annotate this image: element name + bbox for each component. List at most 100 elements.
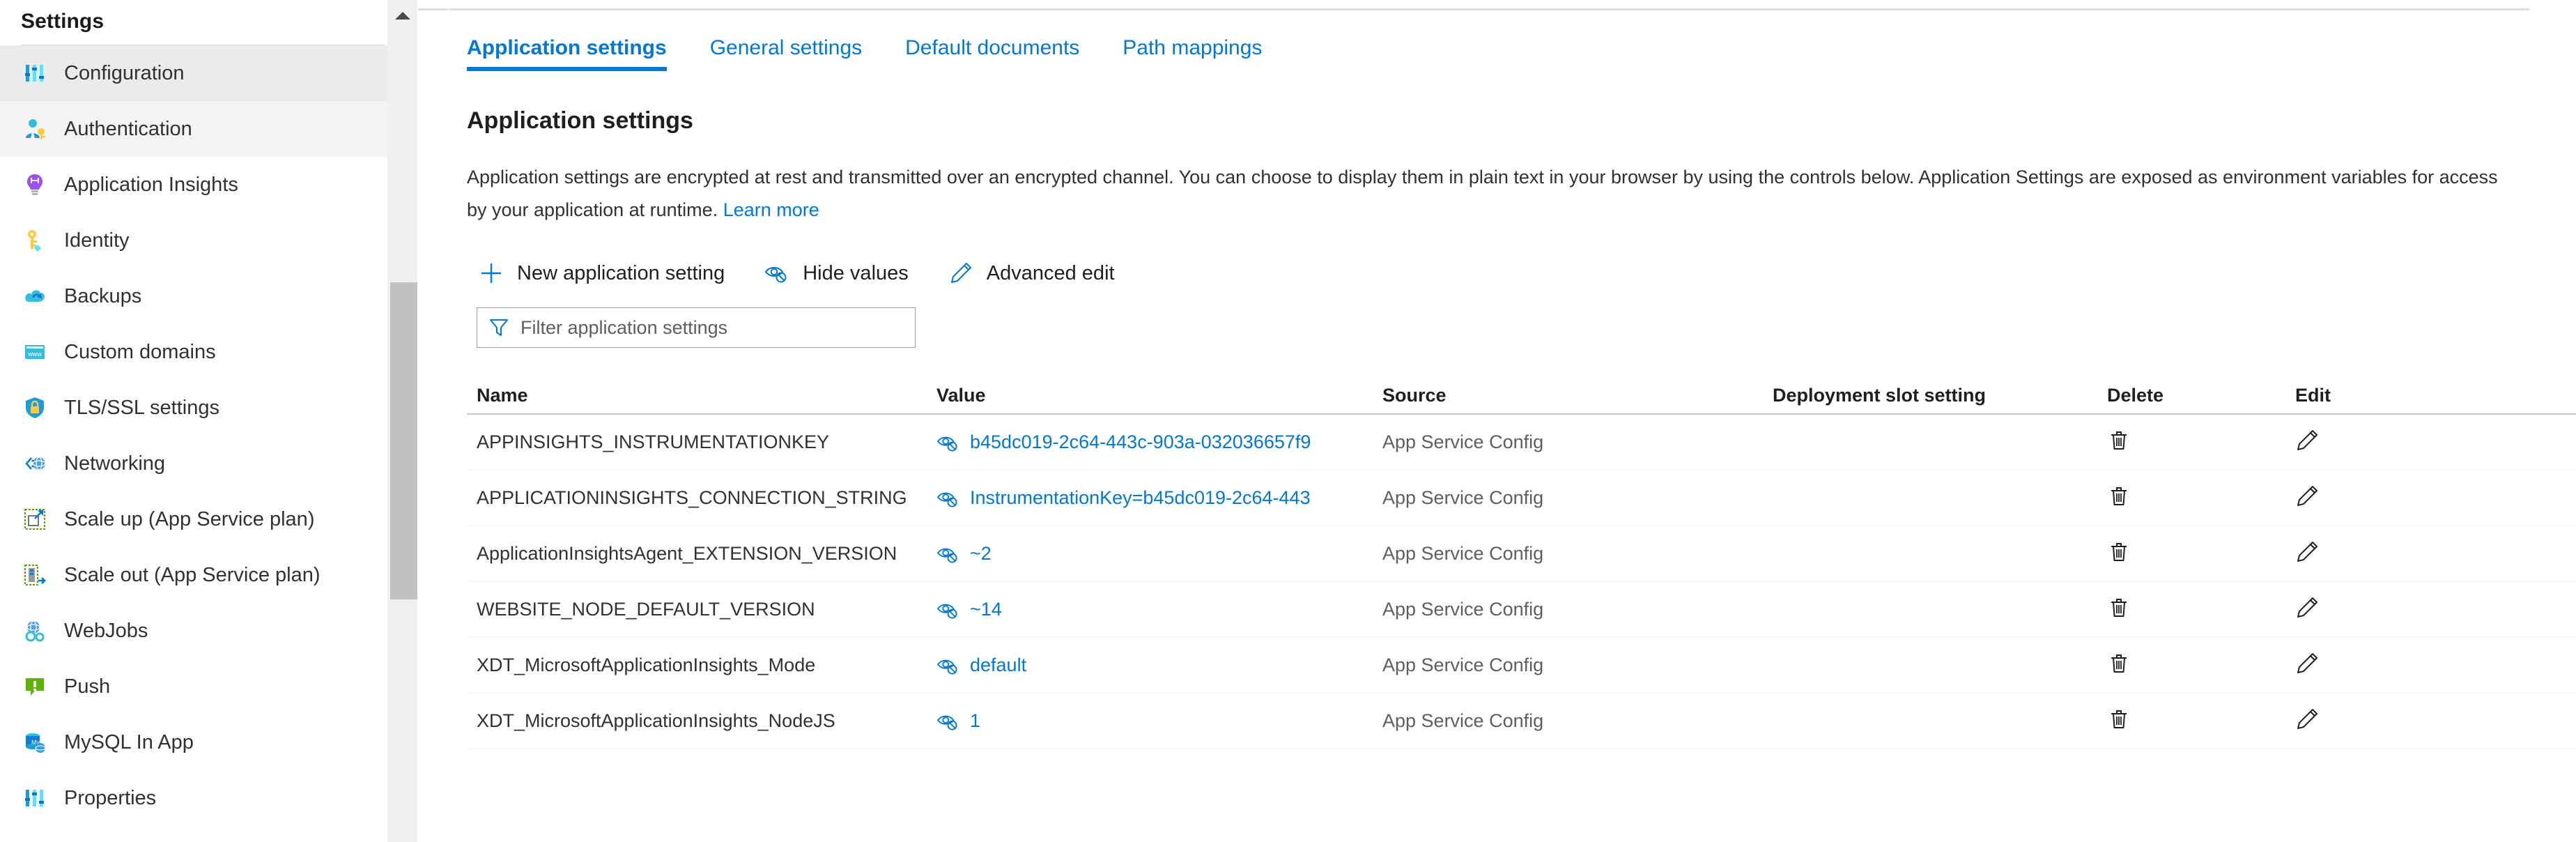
sidebar-nav-list: Configuration Authentication Application… — [0, 45, 418, 826]
tab-general-settings[interactable]: General settings — [710, 36, 862, 71]
pencil-icon[interactable] — [2295, 429, 2319, 452]
key-icon — [21, 227, 49, 254]
hide-values-label: Hide values — [803, 261, 909, 284]
settings-toolbar: New application setting Hide values Adva… — [467, 260, 2576, 286]
sidebar-item-label: TLS/SSL settings — [64, 396, 219, 419]
pencil-icon[interactable] — [2295, 484, 2319, 508]
table-header-row: Name Value Source Deployment slot settin… — [467, 377, 2576, 415]
sidebar-item-label: Scale up (App Service plan) — [64, 507, 315, 530]
trash-icon[interactable] — [2107, 596, 2131, 620]
advanced-edit-button[interactable]: Advanced edit — [948, 260, 1115, 286]
sidebar-item-label: Networking — [64, 452, 166, 475]
trash-icon[interactable] — [2107, 652, 2131, 675]
setting-name: XDT_MicrosoftApplicationInsights_Mode — [477, 655, 816, 675]
sidebar-item-tls-ssl-settings[interactable]: TLS/SSL settings — [0, 380, 418, 436]
setting-source: App Service Config — [1382, 710, 1544, 731]
learn-more-link[interactable]: Learn more — [723, 199, 819, 220]
setting-value[interactable]: default — [970, 655, 1026, 676]
trash-icon[interactable] — [2107, 540, 2131, 564]
table-row[interactable]: ApplicationInsightsAgent_EXTENSION_VERSI… — [467, 526, 2576, 582]
setting-value[interactable]: InstrumentationKey=b45dc019-2c64-443 — [970, 487, 1311, 509]
scale-out-icon — [21, 561, 49, 589]
sidebar-item-label: Configuration — [64, 61, 185, 84]
sidebar-scrollbar[interactable] — [387, 0, 418, 842]
table-row[interactable]: APPLICATIONINSIGHTS_CONNECTION_STRING In… — [467, 470, 2576, 526]
sidebar-item-identity[interactable]: Identity — [0, 213, 418, 268]
setting-value[interactable]: 1 — [970, 710, 980, 732]
pencil-icon[interactable] — [2295, 540, 2319, 564]
sidebar-item-mysql-in-app[interactable]: My MySQL In App — [0, 714, 418, 770]
setting-value[interactable]: ~14 — [970, 599, 1002, 620]
trash-icon[interactable] — [2107, 707, 2131, 731]
setting-source: App Service Config — [1382, 487, 1544, 508]
sidebar-item-label: WebJobs — [64, 619, 148, 642]
sidebar-item-properties[interactable]: Properties — [0, 770, 418, 826]
eye-slash-icon[interactable] — [936, 710, 960, 733]
shield-lock-icon — [21, 394, 49, 422]
sidebar-item-label: Identity — [64, 229, 130, 252]
azure-configuration-page: Settings Configuration Authentication Ap… — [0, 0, 2576, 842]
table-row[interactable]: WEBSITE_NODE_DEFAULT_VERSION ~14 App Serv… — [467, 582, 2576, 638]
eye-slash-icon[interactable] — [936, 654, 960, 678]
tab-default-documents[interactable]: Default documents — [905, 36, 1079, 71]
network-globe-icon — [21, 450, 49, 477]
table-row[interactable]: XDT_MicrosoftApplicationInsights_Mode de… — [467, 638, 2576, 694]
sidebar-item-authentication[interactable]: Authentication — [0, 101, 418, 157]
advanced-edit-label: Advanced edit — [986, 261, 1115, 284]
application-settings-table: Name Value Source Deployment slot settin… — [467, 377, 2576, 749]
filter-application-settings[interactable] — [477, 307, 916, 348]
eye-slash-icon — [764, 260, 790, 286]
sidebar-item-label: MySQL In App — [64, 730, 194, 753]
setting-source: App Service Config — [1382, 543, 1544, 564]
push-alert-icon — [21, 673, 49, 701]
setting-source: App Service Config — [1382, 431, 1544, 452]
setting-name: APPINSIGHTS_INSTRUMENTATIONKEY — [477, 431, 830, 452]
sidebar-item-networking[interactable]: Networking — [0, 436, 418, 491]
eye-slash-icon[interactable] — [936, 598, 960, 622]
sidebar-title: Settings — [21, 10, 105, 33]
sidebar-item-scale-up-app-service-plan[interactable]: Scale up (App Service plan) — [0, 491, 418, 547]
lightbulb-icon — [21, 171, 49, 199]
table-row[interactable]: XDT_MicrosoftApplicationInsights_NodeJS … — [467, 694, 2576, 749]
hide-values-button[interactable]: Hide values — [764, 260, 909, 286]
eye-slash-icon[interactable] — [936, 431, 960, 454]
column-header-value: Value — [936, 384, 986, 406]
sidebar-item-label: Scale out (App Service plan) — [64, 563, 321, 586]
sidebar-item-backups[interactable]: Backups — [0, 268, 418, 324]
setting-value[interactable]: b45dc019-2c64-443c-903a-032036657f9 — [970, 431, 1311, 453]
plus-icon — [478, 260, 504, 286]
sidebar-item-custom-domains[interactable]: www Custom domains — [0, 324, 418, 380]
eye-slash-icon[interactable] — [936, 542, 960, 566]
table-row[interactable]: APPINSIGHTS_INSTRUMENTATIONKEY b45dc019-… — [467, 415, 2576, 470]
trash-icon[interactable] — [2107, 429, 2131, 452]
chevron-up-icon[interactable] — [387, 0, 418, 31]
pencil-icon[interactable] — [2295, 596, 2319, 620]
sidebar-item-label: Properties — [64, 786, 157, 809]
sidebar-item-label: Push — [64, 675, 111, 698]
sidebar-item-configuration[interactable]: Configuration — [0, 45, 418, 101]
tab-application-settings[interactable]: Application settings — [467, 36, 667, 71]
pencil-icon[interactable] — [2295, 707, 2319, 731]
setting-name: ApplicationInsightsAgent_EXTENSION_VERSI… — [477, 543, 897, 564]
sliders-icon — [21, 59, 49, 87]
page-description: Application settings are encrypted at re… — [467, 161, 2515, 227]
sidebar-item-push[interactable]: Push — [0, 659, 418, 714]
webjobs-gear-icon — [21, 617, 49, 645]
sidebar-item-webjobs[interactable]: WebJobs — [0, 603, 418, 659]
settings-tabs: Application settings General settings Defa… — [467, 28, 1262, 71]
trash-icon[interactable] — [2107, 484, 2131, 508]
tab-path-mappings[interactable]: Path mappings — [1123, 36, 1262, 71]
pencil-icon[interactable] — [2295, 652, 2319, 675]
content-top-rule — [418, 8, 2529, 10]
column-header-name: Name — [477, 384, 528, 406]
eye-slash-icon[interactable] — [936, 487, 960, 510]
sidebar-item-label: Authentication — [64, 117, 192, 140]
setting-value[interactable]: ~2 — [970, 543, 992, 565]
filter-input[interactable] — [520, 316, 905, 339]
sidebar-item-application-insights[interactable]: Application Insights — [0, 157, 418, 213]
scrollbar-thumb[interactable] — [390, 282, 418, 599]
sidebar-item-scale-out-app-service-plan[interactable]: Scale out (App Service plan) — [0, 547, 418, 603]
setting-name: WEBSITE_NODE_DEFAULT_VERSION — [477, 599, 815, 620]
new-application-setting-button[interactable]: New application setting — [478, 260, 725, 286]
svg-text:www: www — [27, 351, 42, 358]
